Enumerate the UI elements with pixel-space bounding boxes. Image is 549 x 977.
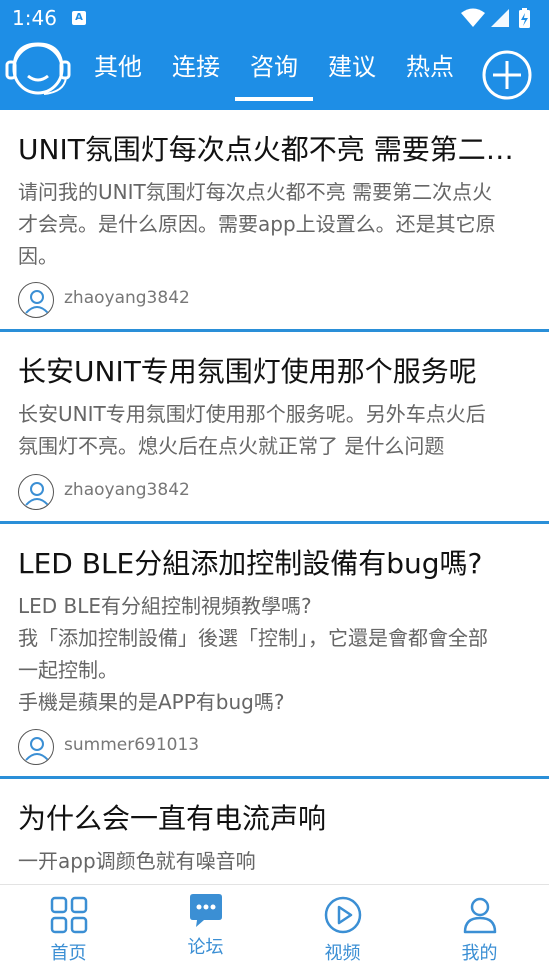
post-body-line: 一开app调颜色就有噪音响 xyxy=(18,849,256,873)
notification-a-icon: A xyxy=(72,11,86,25)
tab-consult[interactable]: 咨询 xyxy=(235,51,313,101)
post-body-line: 因。 xyxy=(18,244,58,268)
post-body-line: 我「添加控制設備」後選「控制」，它還是會都會全部 xyxy=(18,626,488,650)
grid-icon xyxy=(50,896,87,934)
post-body-line: 氛围灯不亮。熄火后在点火就正常了 是什么问题 xyxy=(18,434,445,458)
post-title[interactable]: 为什么会一直有电流声响 xyxy=(18,797,531,837)
tab-suggest[interactable]: 建议 xyxy=(328,51,376,91)
bottom-nav-forum[interactable]: 论坛 xyxy=(137,885,274,977)
status-time: 1:46 xyxy=(12,6,57,30)
tab-hot[interactable]: 热点 xyxy=(406,51,454,91)
post-item[interactable]: UNIT氛围灯每次点火都不亮 需要第二次点火才会亮 请问我的UNIT氛围灯每次点… xyxy=(0,110,549,332)
post-title[interactable]: LED BLE分組添加控制設備有bug嗎? xyxy=(18,542,531,582)
user-avatar-icon[interactable] xyxy=(18,474,54,510)
user-avatar-icon[interactable] xyxy=(18,282,54,318)
post-body: LED BLE有分組控制視頻教學嗎? 我「添加控制設備」後選「控制」，它還是會都… xyxy=(18,590,531,718)
signal-icon xyxy=(491,9,509,27)
post-body: 一开app调颜色就有噪音响 xyxy=(18,845,531,877)
status-bar: 1:46 A xyxy=(0,0,549,36)
bottom-nav-label: 我的 xyxy=(461,943,498,964)
post-body-line: 手機是蘋果的是APP有bug嗎? xyxy=(18,690,285,714)
post-item[interactable]: LED BLE分組添加控制設備有bug嗎? LED BLE有分組控制視頻教學嗎?… xyxy=(0,524,549,779)
tab-other[interactable]: 其他 xyxy=(94,51,142,91)
post-title[interactable]: 长安UNIT专用氛围灯使用那个服务呢 xyxy=(18,350,531,390)
post-body-line: 才会亮。是什么原因。需要app上设置么。还是其它原 xyxy=(18,212,496,236)
post-list: UNIT氛围灯每次点火都不亮 需要第二次点火才会亮 请问我的UNIT氛围灯每次点… xyxy=(0,110,549,884)
bottom-nav-video[interactable]: 视频 xyxy=(274,885,411,977)
post-body-line: 请问我的UNIT氛围灯每次点火都不亮 需要第二次点火 xyxy=(18,180,493,204)
user-name[interactable]: zhaoyang3842 xyxy=(64,288,190,308)
bottom-nav-label: 首页 xyxy=(50,943,87,964)
post-body-line: 长安UNIT专用氛围灯使用那个服务呢。另外车点火后 xyxy=(18,402,486,426)
play-icon xyxy=(324,896,361,934)
chat-bubble-icon xyxy=(189,894,222,927)
user-name[interactable]: zhaoyang3842 xyxy=(64,480,190,500)
post-item[interactable]: 长安UNIT专用氛围灯使用那个服务呢 长安UNIT专用氛围灯使用那个服务呢。另外… xyxy=(0,332,549,524)
bottom-nav: 首页 论坛 视频 我的 xyxy=(0,884,549,976)
post-item[interactable]: 为什么会一直有电流声响 一开app调颜色就有噪音响 xyxy=(0,779,549,884)
post-title[interactable]: UNIT氛围灯每次点火都不亮 需要第二次点火才会亮 xyxy=(18,128,531,168)
status-icons xyxy=(461,8,530,28)
person-icon xyxy=(463,897,496,934)
user-name[interactable]: summer691013 xyxy=(64,735,199,755)
user-avatar-icon[interactable] xyxy=(18,729,54,765)
bottom-nav-home[interactable]: 首页 xyxy=(0,885,137,977)
bottom-nav-label: 视频 xyxy=(324,943,361,964)
top-nav: 其他 连接 咨询 建议 热点 xyxy=(0,36,549,110)
post-body-line: 一起控制。 xyxy=(18,658,118,682)
post-body: 长安UNIT专用氛围灯使用那个服务呢。另外车点火后 氛围灯不亮。熄火后在点火就正… xyxy=(18,398,531,462)
bottom-nav-me[interactable]: 我的 xyxy=(411,885,548,977)
customer-service-icon[interactable] xyxy=(4,40,74,98)
add-post-icon[interactable] xyxy=(481,49,533,101)
post-body: 请问我的UNIT氛围灯每次点火都不亮 需要第二次点火 才会亮。是什么原因。需要a… xyxy=(18,176,531,272)
bottom-nav-label: 论坛 xyxy=(187,937,224,958)
post-body-line: LED BLE有分組控制視頻教學嗎? xyxy=(18,594,312,618)
wifi-icon xyxy=(461,8,485,27)
tab-connect[interactable]: 连接 xyxy=(172,51,220,91)
battery-icon xyxy=(519,8,530,28)
